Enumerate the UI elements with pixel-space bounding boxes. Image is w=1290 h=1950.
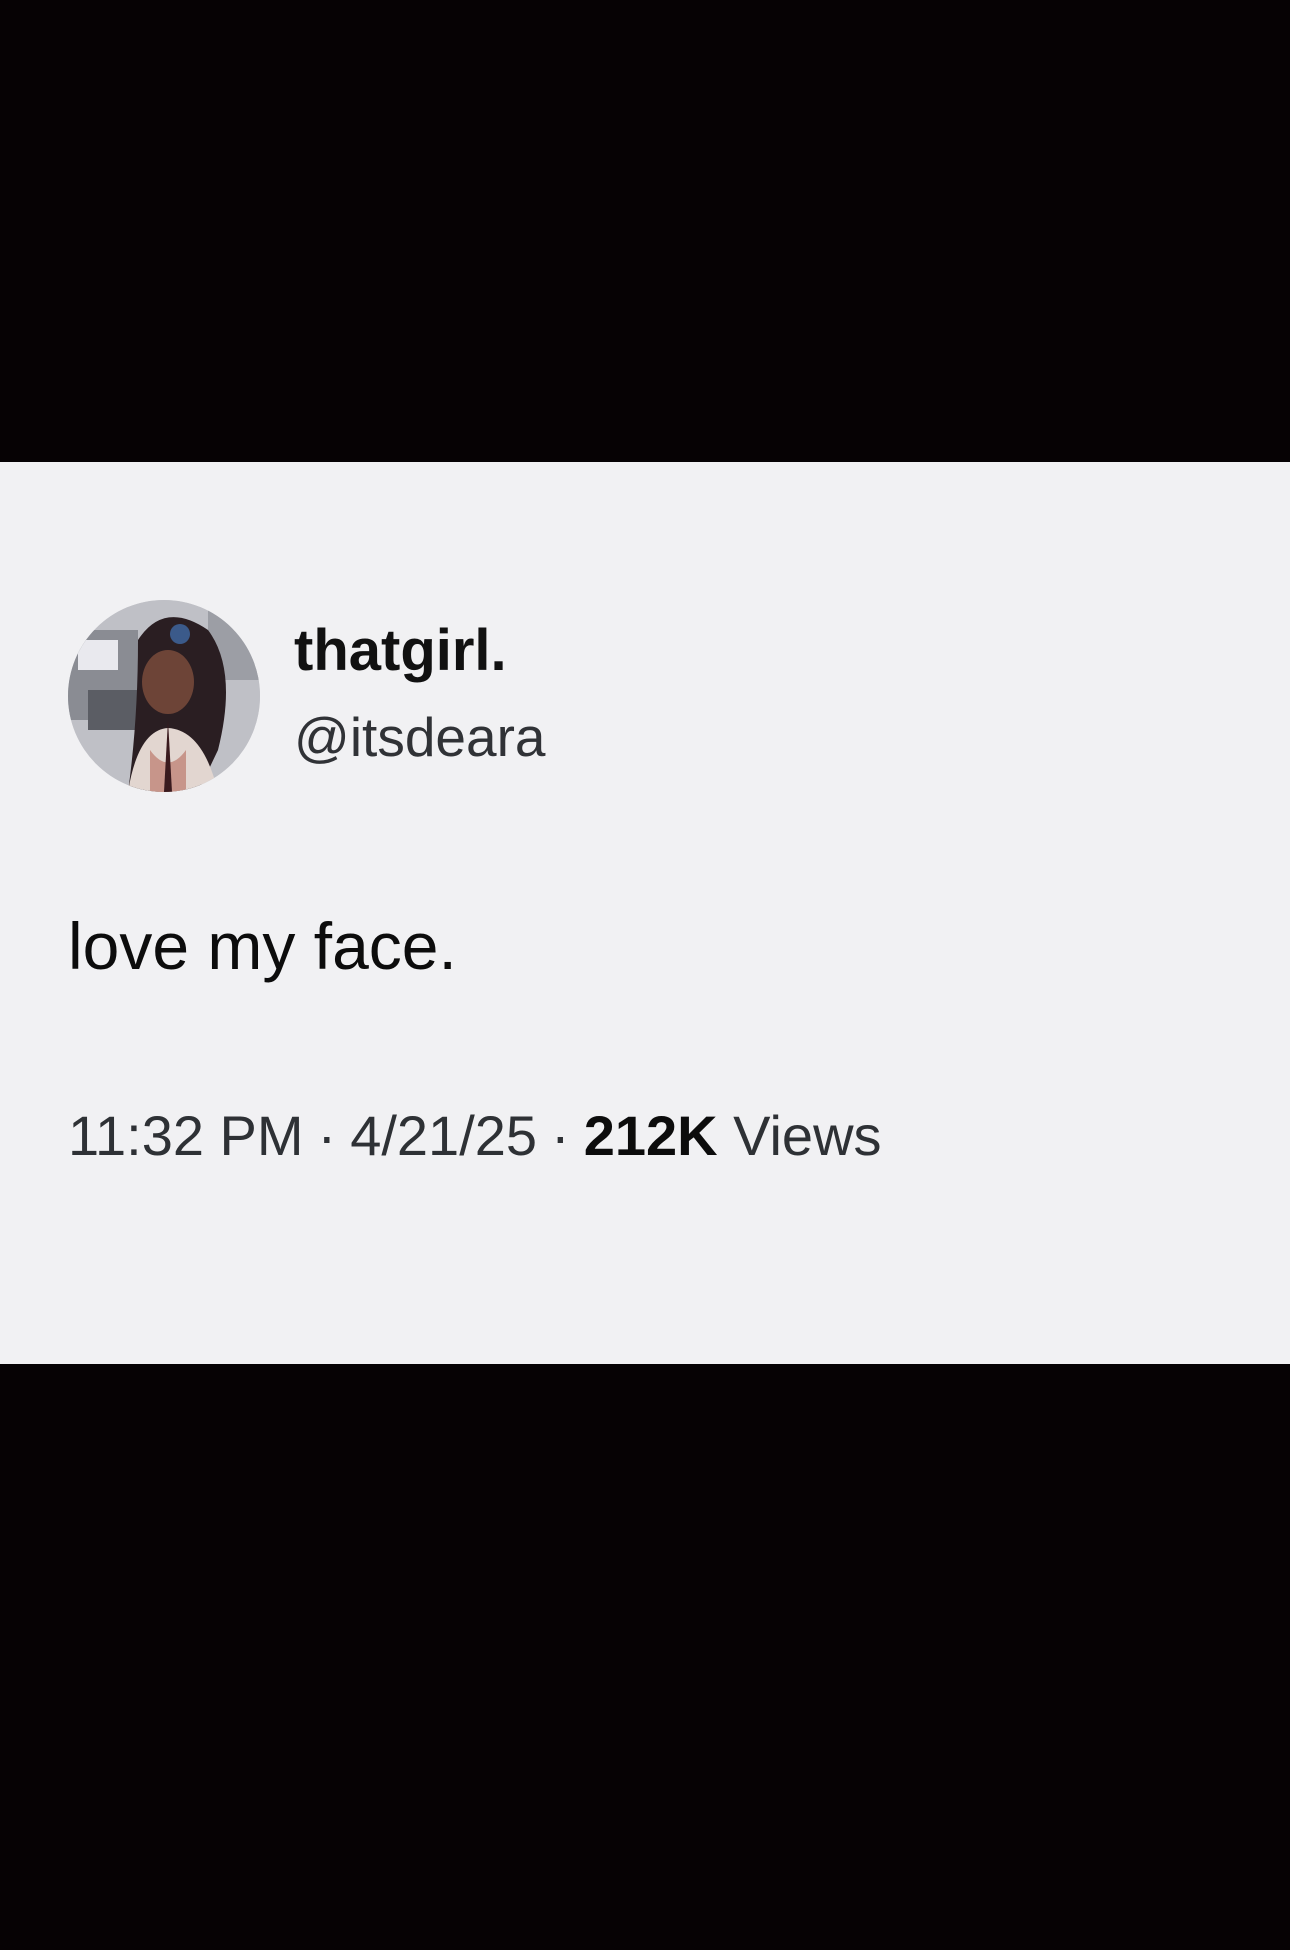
views-count: 212K (583, 1104, 718, 1167)
user-handle[interactable]: @itsdeara (294, 710, 546, 765)
avatar[interactable] (68, 600, 260, 792)
tweet-time[interactable]: 11:32 PM (68, 1104, 304, 1167)
tweet-meta: 11:32 PM · 4/21/25 · 212K Views (68, 1108, 882, 1164)
tweet-card: thatgirl. @itsdeara love my face. 11:32 … (0, 462, 1290, 1364)
avatar-photo (68, 600, 260, 792)
views-label: Views (733, 1104, 882, 1167)
tweet-text: love my face. (68, 909, 457, 983)
separator-dot: · (551, 1104, 570, 1167)
tweet-date[interactable]: 4/21/25 (350, 1104, 537, 1167)
separator-dot: · (317, 1104, 337, 1167)
display-name[interactable]: thatgirl. (294, 622, 507, 680)
video-frame: thatgirl. @itsdeara love my face. 11:32 … (0, 0, 1290, 1950)
